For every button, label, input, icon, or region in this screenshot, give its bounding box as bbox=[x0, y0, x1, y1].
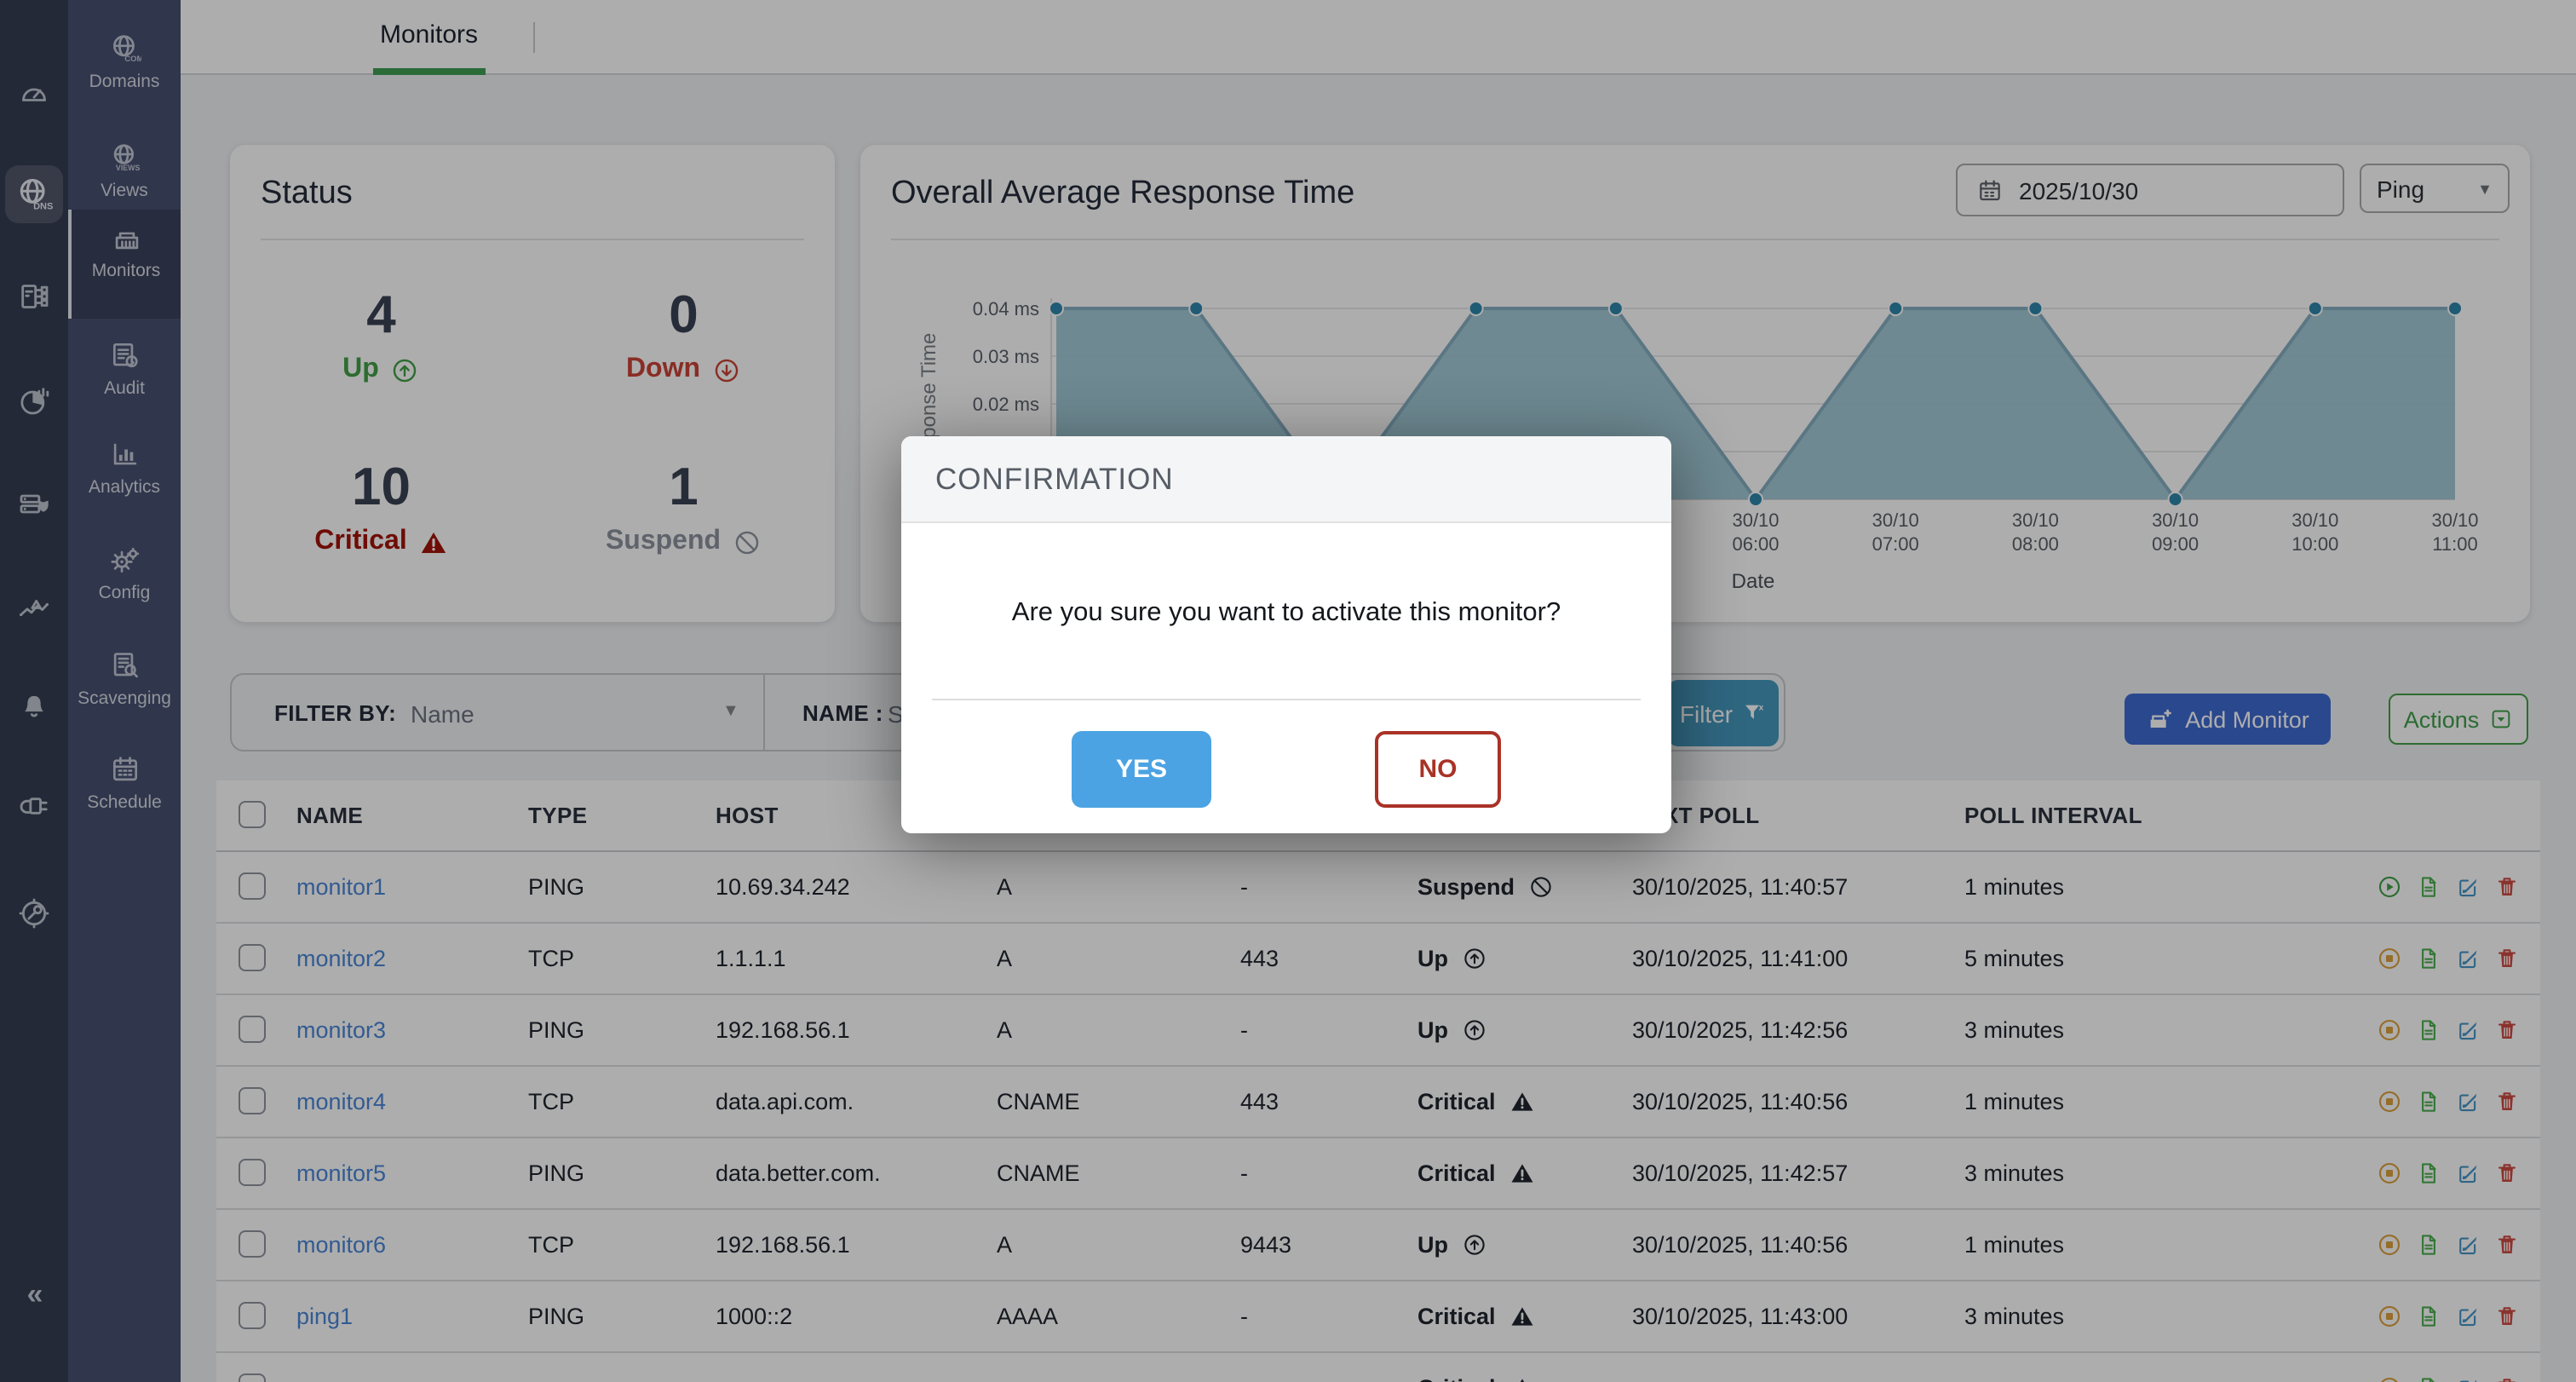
dialog-title: CONFIRMATION bbox=[935, 461, 1174, 497]
confirmation-dialog: CONFIRMATION Are you sure you want to ac… bbox=[901, 436, 1671, 833]
app-root: DNS « COMDomains VIEWSViews Monitors Aud… bbox=[0, 0, 2576, 1382]
no-button[interactable]: NO bbox=[1375, 731, 1501, 808]
dialog-header: CONFIRMATION bbox=[901, 436, 1671, 523]
yes-button[interactable]: YES bbox=[1072, 731, 1211, 808]
dialog-message: Are you sure you want to activate this m… bbox=[901, 598, 1671, 629]
